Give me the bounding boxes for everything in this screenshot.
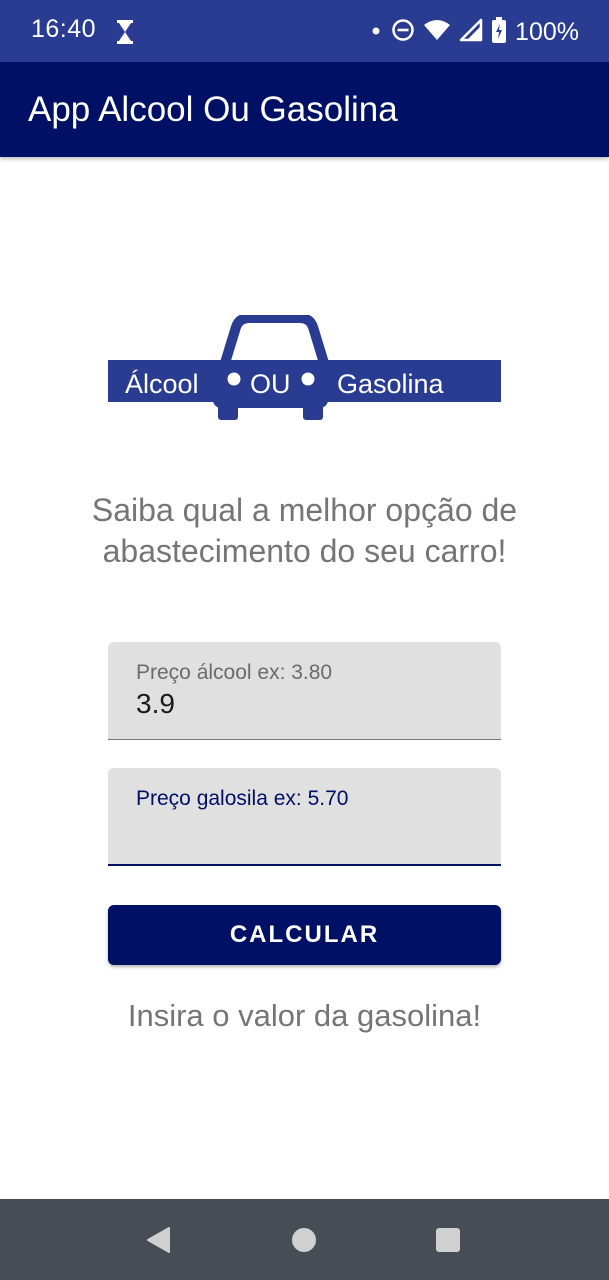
alcool-price-field[interactable]: Preço álcool ex: 3.80 3.9 [108, 642, 501, 740]
alcool-price-label: Preço álcool ex: 3.80 [136, 661, 333, 684]
do-not-disturb-icon [391, 18, 415, 46]
recents-icon[interactable] [435, 1227, 461, 1257]
app-logo: Álcool OU Gasolina [108, 313, 501, 421]
app-bar: App Alcool Ou Gasolina [0, 62, 609, 157]
home-icon[interactable] [291, 1227, 317, 1257]
calcular-button[interactable]: CALCULAR [108, 905, 501, 965]
gasolina-price-label: Preço galosila ex: 5.70 [136, 787, 349, 810]
gasolina-price-field[interactable]: Preço galosila ex: 5.70 [108, 768, 501, 866]
dot-icon [369, 23, 383, 42]
navigation-bar [0, 1199, 609, 1280]
status-time: 16:40 [31, 15, 97, 43]
logo-word-alcool: Álcool [125, 369, 199, 399]
alcool-price-value[interactable]: 3.9 [136, 688, 175, 720]
logo-word-ou: OU [250, 369, 291, 399]
signal-icon [459, 18, 483, 46]
status-icons: 100% [369, 15, 579, 49]
back-icon[interactable] [145, 1226, 171, 1258]
app-title: App Alcool Ou Gasolina [28, 90, 398, 129]
hourglass-icon [114, 18, 136, 46]
wifi-icon [423, 18, 451, 46]
headline-text: Saiba qual a melhor opção de abastecimen… [91, 492, 518, 569]
status-bar: 16:40 100% [0, 0, 609, 62]
battery-percentage: 100% [515, 17, 579, 46]
logo-word-gasolina: Gasolina [337, 369, 445, 399]
result-text: Insira o valor da gasolina! [127, 998, 482, 1033]
battery-charging-icon [491, 16, 507, 48]
